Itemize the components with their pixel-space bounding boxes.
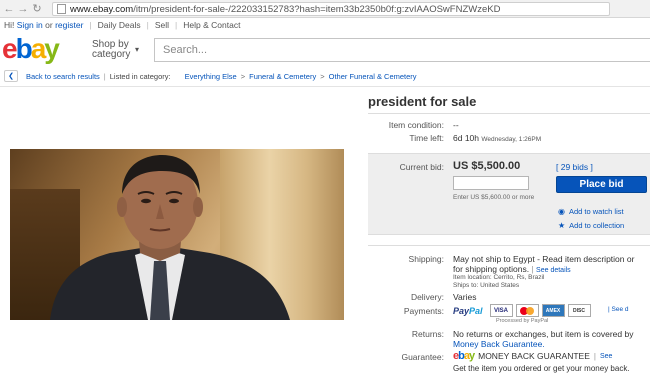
delivery-value: Varies (453, 292, 477, 302)
back-to-search-link[interactable]: Back to search results (26, 72, 100, 81)
add-to-watch-list-link[interactable]: ◉ Add to watch list (558, 207, 624, 216)
delivery-label: Delivery: (410, 292, 444, 302)
time-left-detail: Wednesday, 1:26PM (481, 136, 542, 143)
chevron-down-icon: ▾ (135, 45, 140, 54)
time-left-label: Time left: (409, 133, 444, 143)
item-condition-value: -- (453, 120, 459, 130)
url-domain: www.ebay.com (70, 3, 134, 15)
breadcrumb-item-everything-else[interactable]: Everything Else (185, 72, 237, 81)
browser-toolbar: ← → ↻ www.ebay.com/itm/president-for-sal… (0, 0, 650, 18)
payment-methods: PayPal VISA AMEX DISC (453, 304, 591, 317)
returns-label: Returns: (411, 329, 444, 339)
star-icon: ★ (558, 221, 566, 230)
separator: | (175, 20, 178, 30)
portrait-figure (50, 155, 290, 320)
bid-count-link[interactable]: [ 29 bids ] (556, 162, 593, 172)
reload-icon[interactable]: ↻ (30, 2, 44, 16)
guarantee-line2: Get the item you ordered or get your mon… (453, 364, 630, 373)
bid-amount-input[interactable] (453, 176, 529, 190)
sign-in-link[interactable]: Sign in (17, 20, 43, 30)
search-placeholder: Search... (163, 44, 208, 56)
ships-to: Ships to: United States (453, 282, 520, 289)
guarantee-text: MONEY BACK GUARANTEE (478, 351, 590, 361)
ebay-logo[interactable]: ebay (2, 33, 60, 65)
back-chevron-icon[interactable]: ❮ (4, 70, 18, 82)
amex-card-icon: AMEX (541, 304, 565, 317)
category-text: category (92, 49, 131, 60)
top-links: Hi! Sign in or register | Daily Deals | … (4, 20, 240, 30)
greeting: Hi! (4, 20, 15, 30)
register-link[interactable]: register (55, 20, 83, 30)
discover-card-icon: DISC (567, 304, 591, 317)
shipping-line2: for shipping options. | See details (453, 264, 571, 274)
paypal-logo: PayPal (453, 305, 483, 316)
guarantee-label: Guarantee: (401, 352, 444, 362)
current-bid-label: Current bid: (399, 162, 444, 172)
time-left-value: 6d 10h Wednesday, 1:26PM (453, 133, 542, 143)
add-to-collection-link[interactable]: ★ Add to collection (558, 221, 624, 230)
item-condition-label: Item condition: (388, 120, 444, 130)
shipping-label: Shipping: (408, 254, 444, 264)
divider (368, 113, 650, 114)
breadcrumb-item-funeral[interactable]: Funeral & Cemetery (249, 72, 316, 81)
mastercard-icon (515, 304, 539, 317)
guarantee-see-link[interactable]: See (600, 353, 612, 360)
shop-by-category-button[interactable]: Shop by category ▾ (92, 40, 139, 60)
breadcrumb-item-other-funeral[interactable]: Other Funeral & Cemetery (329, 72, 417, 81)
help-contact-link[interactable]: Help & Contact (183, 20, 240, 30)
shipping-line1: May not ship to Egypt - Read item descri… (453, 254, 635, 264)
or-text: or (45, 20, 53, 30)
current-bid-value: US $5,500.00 (453, 160, 521, 172)
ebay-guarantee-logo: ebay (453, 350, 475, 362)
see-details-link[interactable]: See details (536, 267, 571, 274)
bid-hint: Enter US $5,600.00 or more (453, 194, 535, 201)
guarantee-value: ebay MONEY BACK GUARANTEE | See (453, 350, 613, 362)
divider (368, 245, 650, 246)
search-input[interactable]: Search... (154, 38, 650, 62)
separator: | (89, 20, 92, 30)
item-location: Item location: Cerrito, Rs, Brazil (453, 274, 545, 281)
sell-link[interactable]: Sell (155, 20, 169, 30)
visa-card-icon: VISA (489, 304, 513, 317)
returns-line1: No returns or exchanges, but item is cov… (453, 329, 634, 339)
separator: | (146, 20, 149, 30)
listed-in-label: Listed in category: (109, 71, 171, 81)
breadcrumb: ❮ Back to search results | Listed in cat… (4, 70, 417, 82)
page-icon (57, 4, 66, 14)
money-back-link[interactable]: Money Back Guarantee. (453, 339, 545, 349)
forward-arrow-icon[interactable]: → (16, 2, 30, 16)
eye-icon: ◉ (558, 207, 565, 216)
back-arrow-icon[interactable]: ← (2, 2, 16, 16)
daily-deals-link[interactable]: Daily Deals (98, 20, 141, 30)
place-bid-button[interactable]: Place bid (556, 176, 647, 193)
item-photo[interactable] (10, 149, 344, 320)
see-description-link[interactable]: | See d (608, 306, 629, 313)
address-bar[interactable]: www.ebay.com/itm/president-for-sale-/222… (52, 2, 610, 16)
processed-by-paypal: Processed by PayPal (496, 318, 549, 324)
divider (0, 86, 650, 87)
payments-label: Payments: (403, 306, 444, 316)
url-path: /itm/president-for-sale-/222033152783?ha… (133, 3, 501, 15)
item-title: president for sale (368, 94, 477, 109)
